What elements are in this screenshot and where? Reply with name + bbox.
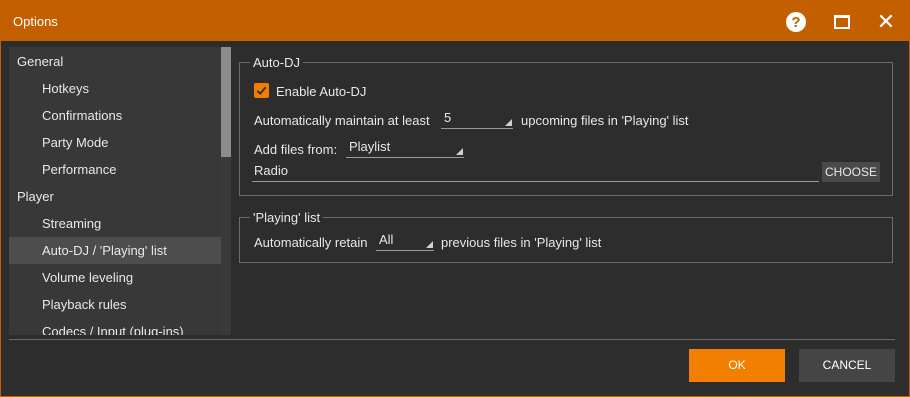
sidebar-item-auto-dj[interactable]: Auto-DJ / 'Playing' list [9,237,221,264]
retain-count-dropdown[interactable]: All [376,231,434,251]
window-title: Options [13,14,58,29]
sidebar-scrollbar-thumb[interactable] [221,47,231,157]
maintain-count-value: 5 [444,110,452,125]
retain-count-value: All [379,232,394,247]
sidebar-item-general[interactable]: General [9,48,221,75]
add-files-source-value: Playlist [349,139,391,154]
help-icon[interactable]: ? [783,9,809,35]
retain-suffix-label: previous files in 'Playing' list [441,235,602,250]
cancel-button[interactable]: CANCEL [799,349,895,382]
maximize-icon[interactable] [829,9,855,35]
sidebar-item-hotkeys[interactable]: Hotkeys [9,75,221,102]
maintain-count-dropdown[interactable]: 5 [441,109,513,129]
auto-dj-legend: Auto-DJ [250,55,303,70]
title-bar[interactable]: Options ? ✕ [1,1,909,41]
add-files-source-dropdown[interactable]: Playlist [346,138,464,158]
playing-list-group: 'Playing' list Automatically retain All … [239,210,893,263]
sidebar-scrollbar[interactable] [221,47,231,335]
sidebar-item-volume-leveling[interactable]: Volume leveling [9,264,221,291]
ok-button[interactable]: OK [689,349,785,382]
check-icon [256,86,267,96]
playing-list-legend: 'Playing' list [250,210,324,225]
maintain-prefix-label: Automatically maintain at least [254,113,430,128]
sidebar-item-streaming[interactable]: Streaming [9,210,221,237]
sidebar-item-party-mode[interactable]: Party Mode [9,129,221,156]
chevron-down-icon [426,241,433,248]
sidebar-item-performance[interactable]: Performance [9,156,221,183]
maintain-suffix-label: upcoming files in 'Playing' list [521,113,689,128]
footer-divider [9,339,895,340]
sidebar-item-codecs[interactable]: Codecs / Input (plug-ins) [9,318,221,335]
auto-dj-group: Auto-DJ Enable Auto-DJ Automatically mai… [239,55,893,196]
enable-auto-dj-label[interactable]: Enable Auto-DJ [276,84,366,99]
options-sidebar: General Hotkeys Confirmations Party Mode… [9,47,231,335]
close-icon[interactable]: ✕ [873,9,899,35]
sidebar-item-confirmations[interactable]: Confirmations [9,102,221,129]
retain-prefix-label: Automatically retain [254,235,368,250]
enable-auto-dj-checkbox[interactable] [254,83,269,98]
add-files-from-label: Add files from: [254,142,338,157]
options-window: Options ? ✕ General Hotkeys Confirmation… [0,0,910,397]
maximize-square [834,15,850,29]
help-glyph: ? [786,12,806,32]
sidebar-item-playback-rules[interactable]: Playback rules [9,291,221,318]
choose-button[interactable]: CHOOSE [822,162,881,182]
chevron-down-icon [456,148,463,155]
sidebar-item-player[interactable]: Player [9,183,221,210]
source-name-input[interactable]: Radio [252,162,819,182]
chevron-down-icon [505,119,512,126]
